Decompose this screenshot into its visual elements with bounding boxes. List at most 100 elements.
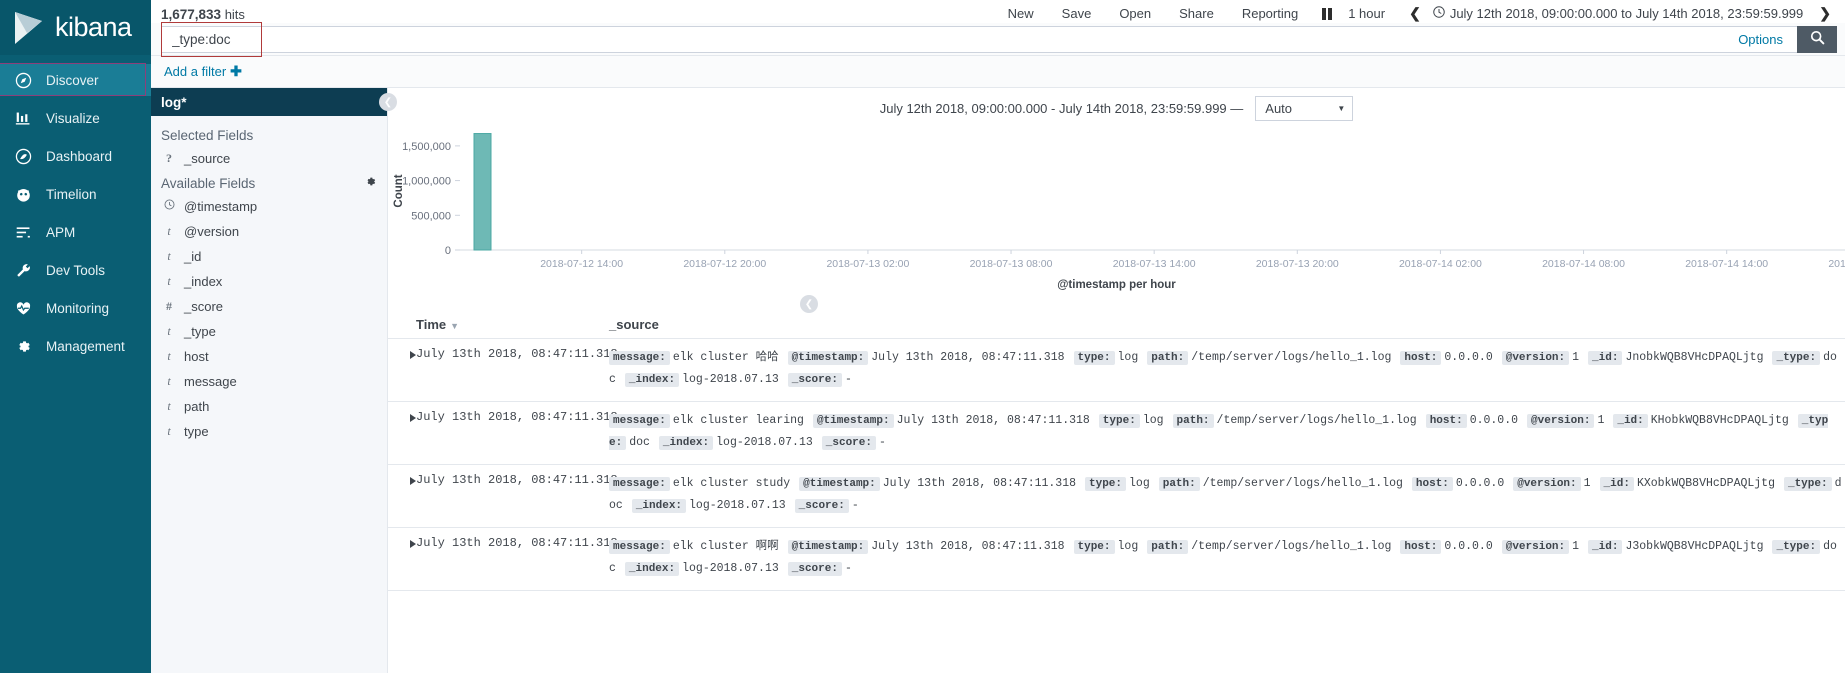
chevron-right-icon[interactable]: ❯: [1803, 5, 1837, 22]
gear-icon[interactable]: [364, 175, 377, 191]
source-field-key: _type:: [1772, 540, 1821, 554]
expand-row-button[interactable]: [388, 338, 416, 402]
reporting-button[interactable]: Reporting: [1228, 6, 1312, 21]
svg-text:1,500,000: 1,500,000: [402, 141, 451, 153]
field-name: _score: [184, 299, 224, 314]
expand-row-button[interactable]: [388, 401, 416, 465]
field-item-host[interactable]: t host: [151, 344, 387, 369]
source-column-label: _source: [609, 317, 659, 332]
field-item-_type[interactable]: t _type: [151, 319, 387, 344]
time-column-header[interactable]: Time ▼: [416, 291, 609, 339]
source-field-key: @timestamp:: [812, 414, 894, 428]
add-filter-button[interactable]: Add a filter ✚: [164, 63, 242, 80]
source-field-key: _index:: [631, 499, 687, 513]
time-picker[interactable]: July 12th 2018, 09:00:00.000 to July 14t…: [1433, 6, 1803, 21]
sidebar-item-dev-tools[interactable]: Dev Tools: [0, 254, 151, 286]
field-item-_source[interactable]: ? _source: [151, 146, 387, 171]
source-field-value: 1: [1572, 540, 1580, 553]
histogram-svg[interactable]: Count0500,0001,000,0001,500,0002018-07-1…: [388, 124, 1845, 284]
chevron-left-icon[interactable]: ❮: [1397, 5, 1433, 22]
sidebar-item-timelion[interactable]: Timelion: [0, 178, 151, 210]
source-field-value: 0.0.0.0: [1444, 351, 1493, 364]
add-filter-label: Add a filter: [164, 64, 227, 79]
svg-text:2018-07-12 20:00: 2018-07-12 20:00: [683, 258, 766, 270]
table-row[interactable]: July 13th 2018, 08:47:11.318 message: elk …: [388, 464, 1845, 528]
sort-desc-icon[interactable]: ▼: [450, 321, 459, 331]
collapse-sidebar-button[interactable]: ❮: [379, 93, 397, 111]
pause-icon[interactable]: [1312, 7, 1346, 20]
field-name: path: [184, 399, 210, 414]
new-button[interactable]: New: [994, 6, 1048, 21]
source-field-value: 1: [1572, 351, 1580, 364]
index-pattern-selector[interactable]: log*: [151, 88, 387, 116]
open-button[interactable]: Open: [1105, 6, 1165, 21]
svg-text:0: 0: [445, 245, 451, 257]
row-source: message: elk cluster study @timestamp: July…: [609, 464, 1845, 528]
field-item-_index[interactable]: t _index: [151, 269, 387, 294]
field-list-inner: Selected Fields ? _source Available Fiel…: [151, 116, 387, 444]
save-button[interactable]: Save: [1048, 6, 1106, 21]
field-type-icon: t: [167, 249, 171, 263]
sidebar-item-apm[interactable]: APM: [0, 216, 151, 248]
source-field-key: message:: [609, 351, 670, 365]
search-input[interactable]: [161, 25, 1725, 53]
share-button[interactable]: Share: [1165, 6, 1228, 21]
sidebar-item-management[interactable]: Management: [0, 330, 151, 362]
source-field-key: _score:: [794, 499, 849, 513]
source-field-key: _index:: [624, 562, 680, 576]
expand-row-button[interactable]: [388, 464, 416, 528]
sidebar-item-label: Dashboard: [46, 148, 113, 164]
svg-text:2018-07-12 14:00: 2018-07-12 14:00: [540, 258, 623, 270]
table-row[interactable]: July 13th 2018, 08:47:11.318 message: elk …: [388, 338, 1845, 402]
query-input-wrap: [161, 21, 1725, 57]
source-field-key: @version:: [1513, 477, 1581, 491]
search-button[interactable]: [1797, 25, 1837, 53]
field-item-_score[interactable]: # _score: [151, 294, 387, 319]
document-table-head: Time ▼ _source: [388, 291, 1845, 339]
filter-bar: Add a filter ✚: [151, 56, 1845, 88]
field-item-message[interactable]: t message: [151, 369, 387, 394]
sidebar-item-dashboard[interactable]: Dashboard: [0, 140, 151, 172]
source-field-key: _index:: [658, 436, 714, 450]
field-name: _type: [184, 324, 216, 339]
source-field-key: type:: [1073, 351, 1115, 365]
table-row[interactable]: July 13th 2018, 08:47:11.318 message: elk …: [388, 527, 1845, 591]
field-item-path[interactable]: t path: [151, 394, 387, 419]
expand-row-button[interactable]: [388, 527, 416, 591]
source-field-key: path:: [1147, 540, 1189, 554]
time-range-label: July 12th 2018, 09:00:00.000 to July 14t…: [1449, 6, 1804, 21]
field-item-timestamp[interactable]: @timestamp: [151, 194, 387, 219]
caret-up-icon[interactable]: ❮: [800, 295, 818, 313]
field-item-_id[interactable]: t _id: [151, 244, 387, 269]
source-field-key: message:: [609, 477, 670, 491]
chevron-down-icon: ▼: [1337, 103, 1346, 113]
source-field-value: -: [878, 436, 886, 449]
source-field-key: path:: [1147, 351, 1189, 365]
apm-icon: [13, 222, 33, 242]
sidebar-item-visualize[interactable]: Visualize: [0, 102, 151, 134]
interval-select[interactable]: Auto ▼: [1255, 95, 1354, 121]
hits-counter: 1,677,833 hits: [161, 7, 245, 22]
field-item-version[interactable]: t @version: [151, 219, 387, 244]
field-type-icon: t: [167, 349, 171, 363]
sidebar-item-discover[interactable]: Discover: [0, 63, 151, 96]
field-item-type[interactable]: t type: [151, 419, 387, 444]
source-field-value: /temp/server/logs/hello_1.log: [1216, 414, 1417, 427]
hits-count: 1,677,833: [161, 7, 222, 22]
table-row[interactable]: July 13th 2018, 08:47:11.318 message: elk …: [388, 401, 1845, 465]
source-field-key: type:: [1098, 414, 1140, 428]
source-field-value: elk cluster 啊啊: [672, 540, 779, 553]
svg-text:2018-07-13 14:00: 2018-07-13 14:00: [1113, 258, 1196, 270]
source-field-key: _score:: [787, 373, 842, 387]
available-fields-label: Available Fields: [161, 175, 256, 191]
options-button[interactable]: Options: [1724, 25, 1797, 53]
refresh-interval-label[interactable]: 1 hour: [1346, 6, 1397, 21]
table-header-row: Time ▼ _source: [388, 291, 1845, 339]
brand-logo[interactable]: kibana: [0, 0, 151, 55]
sidebar-item-label: Visualize: [46, 110, 100, 126]
dashboard-icon: [13, 146, 33, 166]
field-list-panel: log* Selected Fields ? _source Available…: [151, 88, 388, 673]
field-type-icon: t: [167, 424, 171, 438]
sidebar-item-monitoring[interactable]: Monitoring: [0, 292, 151, 324]
row-time: July 13th 2018, 08:47:11.318: [416, 338, 618, 402]
